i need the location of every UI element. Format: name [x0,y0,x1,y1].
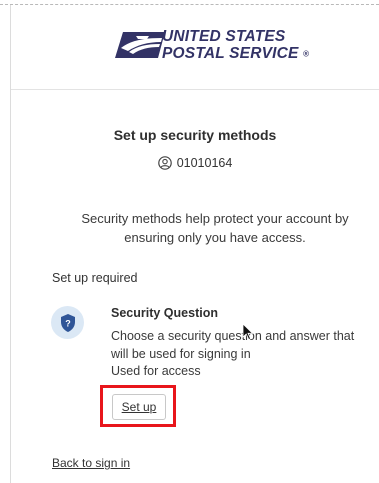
header-divider [11,89,379,90]
mouse-cursor-icon [242,323,254,341]
method-description: Choose a security question and answer th… [111,329,355,361]
svg-text:?: ? [65,318,71,328]
page-title: Set up security methods [113,127,277,143]
logo-line-1: UNITED STATES [162,28,286,45]
usps-wordmark: UNITED STATES POSTAL SERVICE ® [162,28,309,62]
back-to-sign-in-link[interactable]: Back to sign in [52,456,130,470]
registered-mark: ® [303,49,310,59]
usps-eagle-logo [115,32,165,58]
method-title: Security Question [111,306,218,320]
method-icon-badge: ? [51,306,84,339]
description-text: Security methods help protect your accou… [81,211,349,245]
user-id: 01010164 [176,156,233,170]
shield-question-icon: ? [60,313,75,332]
logo-line-2-text: POSTAL SERVICE [162,45,299,62]
user-circle-icon [157,156,172,170]
logo-line-2: POSTAL SERVICE ® [162,45,309,62]
section-label: Set up required [52,271,138,285]
method-usage: Used for access [111,364,201,378]
setup-button[interactable]: Set up [112,394,166,420]
user-identifier: 01010164 [11,156,379,170]
